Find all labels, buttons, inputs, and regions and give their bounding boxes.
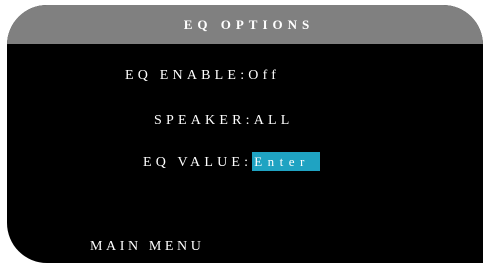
title-bar: EQ OPTIONS	[7, 5, 483, 44]
speaker-separator: :	[245, 113, 254, 128]
main-menu-link[interactable]: MAIN MENU	[90, 237, 204, 256]
menu-row-speaker[interactable]: SPEAKER:ALL	[154, 111, 294, 130]
menu-row-eq-value[interactable]: EQ VALUE: Enter	[143, 152, 320, 172]
speaker-label: SPEAKER	[154, 113, 246, 128]
eq-value-separator: :	[244, 155, 253, 170]
eq-enable-label: EQ ENABLE	[125, 68, 241, 83]
eq-value-label: EQ VALUE	[143, 155, 245, 170]
speaker-value[interactable]: ALL	[254, 111, 294, 130]
menu-row-eq-enable[interactable]: EQ ENABLE:Off	[125, 66, 280, 85]
eq-enable-separator: :	[240, 68, 249, 83]
menu-title: EQ OPTIONS	[183, 16, 315, 32]
osd-screen: EQ OPTIONS EQ ENABLE:Off SPEAKER:ALL EQ …	[7, 5, 483, 263]
eq-value-enter-button[interactable]: Enter	[252, 152, 320, 171]
eq-enable-value[interactable]: Off	[248, 66, 280, 85]
